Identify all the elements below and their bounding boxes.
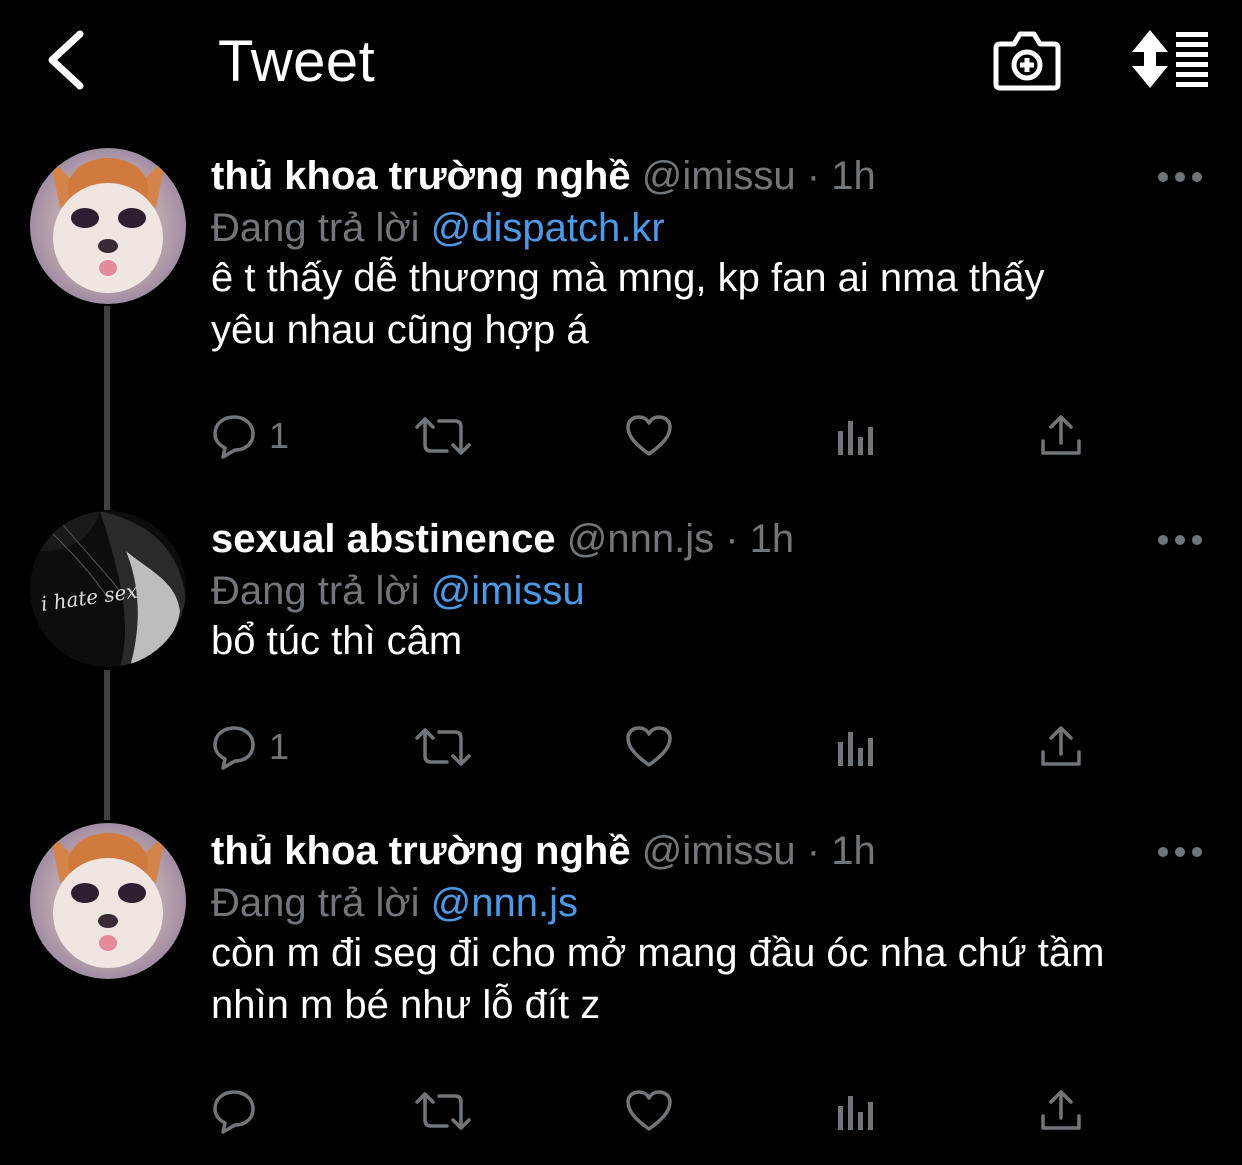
share-icon [1041,726,1081,766]
more-options-icon[interactable] [1156,845,1204,859]
analytics-icon [838,1096,873,1130]
heart-icon [626,726,672,767]
tweet-text: ê t thấy dễ thương mà mng, kp fan ai nma… [211,252,1211,356]
avatar[interactable]: i hate sex [30,511,186,667]
handle[interactable]: @nnn.js [567,517,714,561]
chevron-left-icon[interactable] [40,28,100,92]
tweet-text: còn m đi seg đi cho mở mang đầu óc nha c… [211,927,1211,1031]
share-icon [1041,415,1081,455]
avatar[interactable] [30,823,186,979]
like-button[interactable] [625,717,673,777]
camera-plus-icon[interactable] [992,30,1062,92]
reply-prefix: Đang trả lời [211,881,420,925]
reply-context: Đang trả lời @nnn.js [211,875,578,931]
reply-button[interactable]: 1 [211,406,289,466]
analytics-icon [838,732,873,766]
tweet-header: thủ khoa trường nghề @imissu · 1h [211,148,876,204]
action-bar: 1 [211,406,1111,466]
mention-link[interactable]: @nnn.js [431,881,578,925]
mention-link[interactable]: @imissu [431,569,585,613]
cat-avatar-icon [30,148,186,304]
tweet-text-line: nhìn m bé như lỗ đít z [211,983,601,1027]
handle[interactable]: @imissu [642,154,796,198]
more-options-icon[interactable] [1156,170,1204,184]
action-bar [211,1081,1111,1141]
tweet-header: thủ khoa trường nghề @imissu · 1h [211,823,876,879]
timestamp: 1h [831,829,876,873]
like-button[interactable] [625,1081,673,1141]
more-options-icon[interactable] [1156,533,1204,547]
analytics-button[interactable] [835,717,877,777]
tweet-header: sexual abstinence @nnn.js · 1h [211,511,794,567]
reply-prefix: Đang trả lời [211,569,420,613]
tweet-text: bổ túc thì câm [211,615,1211,667]
avatar[interactable] [30,148,186,304]
action-bar: 1 [211,717,1111,777]
separator: · [806,829,821,873]
reply-count: 1 [269,726,290,767]
reply-context: Đang trả lời @dispatch.kr [211,200,665,256]
reply-button[interactable]: 1 [211,717,289,777]
heart-icon [626,415,672,456]
timestamp: 1h [831,154,876,198]
heart-icon [626,1090,672,1131]
tweet-text-line: yêu nhau cũng hợp á [211,308,589,352]
separator: · [725,517,739,561]
share-icon [1041,1090,1081,1130]
retweet-icon [415,417,471,455]
reply-context: Đang trả lời @imissu [211,563,585,619]
share-button[interactable] [1039,717,1083,777]
share-button[interactable] [1039,1081,1083,1141]
tweet-text-line: ê t thấy dễ thương mà mng, kp fan ai nma… [211,256,1045,300]
tweet-text-line: bổ túc thì câm [211,619,463,663]
top-bar: Tweet [0,0,1242,125]
analytics-button[interactable] [835,406,877,466]
retweet-icon [415,728,471,766]
timestamp: 1h [749,517,795,561]
sort-list-icon[interactable] [1128,28,1212,90]
handle[interactable]: @imissu [642,829,796,873]
reply-icon [213,415,255,459]
reply-count: 1 [269,415,290,456]
cat-avatar-icon [30,823,186,979]
reply-icon [213,1090,255,1134]
display-name[interactable]: thủ khoa trường nghề [211,829,631,873]
analytics-icon [838,421,873,455]
retweet-icon [415,1092,471,1130]
thread-connector [104,306,110,510]
share-button[interactable] [1039,406,1083,466]
retweet-button[interactable] [415,717,471,777]
reply-button[interactable] [211,1081,269,1141]
like-button[interactable] [625,406,673,466]
separator: · [806,154,821,198]
dark-photo-avatar-icon: i hate sex [30,511,186,667]
thread-connector [104,670,110,820]
display-name[interactable]: thủ khoa trường nghề [211,154,631,198]
reply-prefix: Đang trả lời [211,206,420,250]
retweet-button[interactable] [415,406,471,466]
page-title: Tweet [218,29,376,94]
analytics-button[interactable] [835,1081,877,1141]
mention-link[interactable]: @dispatch.kr [431,206,665,250]
tweet-text-line: còn m đi seg đi cho mở mang đầu óc nha c… [211,931,1105,975]
retweet-button[interactable] [415,1081,471,1141]
display-name[interactable]: sexual abstinence [211,517,556,561]
reply-icon [213,726,255,770]
